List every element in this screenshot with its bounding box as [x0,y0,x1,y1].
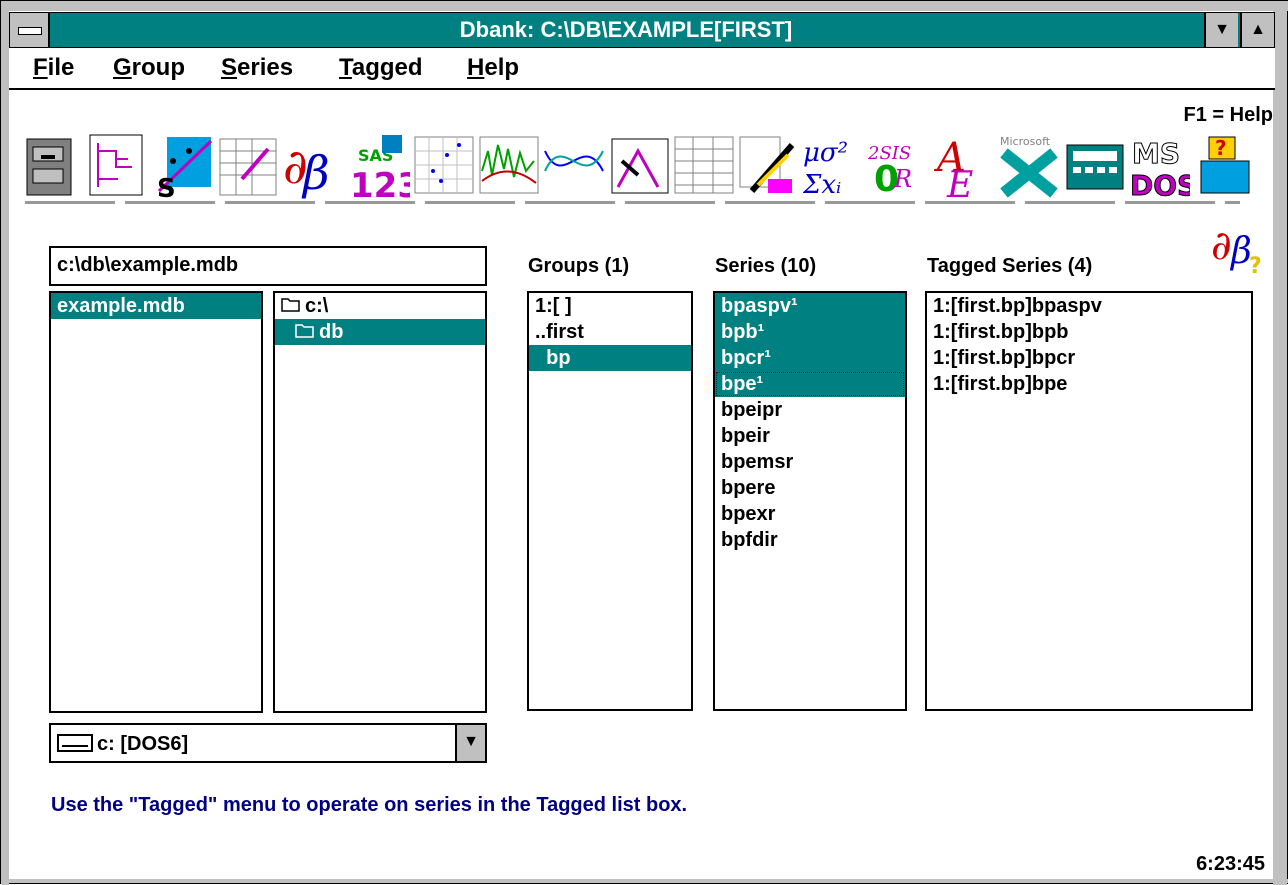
svg-text:S: S [157,174,176,201]
svg-text:R: R [893,165,912,193]
file-listbox[interactable]: example.mdb [49,291,263,713]
db-logo-icon[interactable]: ∂ β [283,131,345,201]
toolbar-divider [25,201,1240,204]
series-list-item[interactable]: bpexr [715,501,905,527]
menu-tagged[interactable]: Tagged [339,54,423,82]
window-frame-left [1,1,9,885]
line-graph-icon[interactable] [478,131,540,201]
status-message: Use the "Tagged" menu to operate on seri… [51,794,688,816]
series-label: Series (10) [715,255,817,277]
minimize-button[interactable]: ▼ [1204,13,1238,47]
ae-icon[interactable]: AE [933,131,995,206]
dropdown-arrow-button[interactable]: ▼ [455,725,485,761]
window-frame-right [1273,1,1287,885]
window-title: Dbank: C:\DB\EXAMPLE[FIRST] [459,17,793,42]
stats-packages-icon[interactable]: 2SIS 0 R [867,131,930,201]
open-folder-icon [295,319,319,345]
tagged-series-label: Tagged Series (4) [927,255,1093,277]
help-toolbox-icon[interactable]: ? [1193,131,1255,201]
help-hint: F1 = Help [1183,104,1273,126]
group-list-item[interactable]: 1:[ ] [529,293,691,319]
calculator-icon[interactable] [1063,131,1125,201]
db-logo-icon: ∂ β ? [1209,215,1269,279]
tree-icon[interactable] [88,131,150,201]
svg-text:DOS: DOS [1130,169,1190,201]
series-list-item[interactable]: bpere [715,475,905,501]
window-frame-bottom [1,879,1288,883]
file-list-item[interactable]: example.mdb [51,293,261,319]
tagged-list-item[interactable]: 1:[first.bp]bpaspv [927,293,1251,319]
directory-listbox[interactable]: c:\ db [273,291,487,713]
svg-text:∂: ∂ [1211,223,1232,269]
drive-dropdown[interactable]: c: [DOS6] ▼ [49,723,487,763]
svg-text:123: 123 [350,166,410,201]
svg-text:β: β [301,146,330,200]
curves-icon[interactable] [543,131,605,201]
series-list-item[interactable]: bpaspv¹ [715,293,905,319]
series-listbox[interactable]: bpaspv¹ bpb¹ bpcr¹ bpe¹ bpeipr bpeir bpemsr bpe… [713,291,907,711]
file-cabinet-icon[interactable] [23,131,85,201]
title-bar: Dbank: C:\DB\EXAMPLE[FIRST] ▼ ▲ [9,12,1275,48]
menu-group[interactable]: Group [113,54,185,82]
svg-text:?: ? [1249,254,1262,275]
folder-icon [281,293,305,319]
svg-text:μσ²: μσ² [803,138,848,168]
scatter-grid-icon[interactable] [413,131,475,201]
app-window: Dbank: C:\DB\EXAMPLE[FIRST] ▼ ▲ File Grou… [0,0,1288,885]
svg-text:?: ? [1215,136,1227,160]
svg-text:Σxᵢ: Σxᵢ [803,170,841,200]
groups-label: Groups (1) [528,255,630,277]
series-list-item[interactable]: bpcr¹ [715,345,905,371]
system-menu-button[interactable] [10,13,50,47]
path-field[interactable]: c:\db\example.mdb [49,246,487,286]
system-menu-icon [18,27,42,35]
tagged-list-item[interactable]: 1:[first.bp]bpb [927,319,1251,345]
menu-help[interactable]: Help [467,54,519,82]
scatter-fit-icon[interactable]: S [153,131,215,204]
menu-file[interactable]: File [33,54,74,82]
drive-icon [57,734,93,752]
series-list-item[interactable]: bpeipr [715,397,905,423]
svg-text:E: E [946,165,973,201]
series-list-item[interactable]: bpe¹ [715,371,905,397]
clock: 6:23:45 [1196,853,1265,875]
spreadsheet-edit-icon[interactable] [218,131,280,201]
drive-selected: c: [DOS6] [97,733,189,755]
tagged-list-item[interactable]: 1:[first.bp]bpe [927,371,1251,397]
stats-formula-icon[interactable]: μσ² Σxᵢ [802,131,865,201]
sas-123-icon[interactable]: 123 SAS [348,131,421,206]
tagged-series-listbox[interactable]: 1:[first.bp]bpaspv 1:[first.bp]bpb 1:[firs… [925,291,1253,711]
window-frame-top [1,1,1288,11]
svg-text:MS: MS [1132,137,1180,170]
menu-series[interactable]: Series [221,54,293,82]
excel-icon[interactable]: Microsoft [998,131,1060,201]
directory-item[interactable]: c:\ [275,293,485,319]
series-list-item[interactable]: bpfdir [715,527,905,553]
groups-listbox[interactable]: 1:[ ] ..first bp [527,291,693,711]
tagged-list-item[interactable]: 1:[first.bp]bpcr [927,345,1251,371]
msdos-icon[interactable]: MS DOS [1128,131,1198,203]
series-list-item[interactable]: bpb¹ [715,319,905,345]
hand-chart-icon[interactable] [608,131,670,201]
pencil-edit-icon[interactable] [738,131,800,201]
directory-item[interactable]: db [275,319,485,345]
group-list-item[interactable]: ..first [529,319,691,345]
series-list-item[interactable]: bpemsr [715,449,905,475]
table-icon[interactable] [673,131,735,201]
series-list-item[interactable]: bpeir [715,423,905,449]
maximize-button[interactable]: ▲ [1240,13,1274,47]
menu-bar: File Group Series Tagged Help [9,48,1275,90]
svg-text:Microsoft: Microsoft [1000,135,1051,148]
toolbar: S ∂ β 123 SAS μσ² Σxᵢ 2SIS 0 R A E Microsoft MS DOS? [23,131,1273,206]
group-list-item[interactable]: bp [529,345,691,371]
